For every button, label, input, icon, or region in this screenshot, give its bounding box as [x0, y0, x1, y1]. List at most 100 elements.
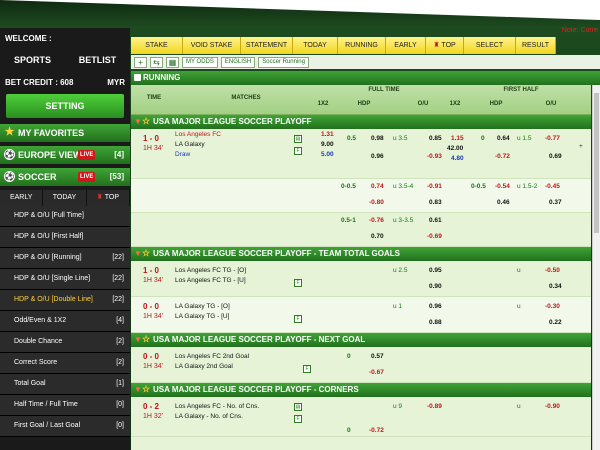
stats-icon[interactable]: ▤: [294, 135, 302, 143]
fh-ou-over-odd[interactable]: -0.50: [545, 263, 560, 278]
live-tv-icon[interactable]: F: [294, 415, 302, 423]
nav-top[interactable]: ♜ TOP: [426, 37, 464, 54]
market-item[interactable]: HDP & O/U [First Half]: [0, 227, 130, 248]
nav-void-stake[interactable]: VOID STAKE: [183, 37, 241, 54]
ou-under-odd[interactable]: 0.90: [429, 279, 442, 294]
odd-draw[interactable]: 5.00: [321, 147, 334, 162]
fh-ou-over-odd[interactable]: -0.30: [545, 299, 560, 314]
add-button[interactable]: +: [134, 56, 147, 68]
collapse-icon[interactable]: [134, 74, 141, 81]
chevron-down-icon[interactable]: ▼: [134, 250, 142, 258]
nav-statement[interactable]: STATEMENT: [241, 37, 293, 54]
hdp-home-odd[interactable]: 0.57: [371, 349, 384, 364]
market-item[interactable]: Correct Score [2]: [0, 353, 130, 374]
draw-label: Draw: [175, 151, 191, 158]
live-tv-icon[interactable]: F: [303, 365, 311, 373]
fh-ou-line: u 1.5-2: [517, 183, 538, 190]
market-item[interactable]: Odd/Even & 1X2 [4]: [0, 311, 130, 332]
live-tv-icon[interactable]: F: [294, 279, 302, 287]
ou-over-odd[interactable]: -0.91: [427, 179, 442, 194]
filter-select[interactable]: Soccer Running: [258, 56, 309, 68]
more-icon[interactable]: +: [579, 139, 583, 154]
fh-ou-over-odd[interactable]: -0.77: [545, 131, 560, 146]
fh-ou-over-odd[interactable]: -0.90: [545, 399, 560, 414]
subtab-top[interactable]: ♜ TOP: [87, 190, 130, 206]
market-item[interactable]: HDP & O/U [Running] [22]: [0, 248, 130, 269]
chevron-down-icon[interactable]: ▼: [134, 118, 142, 126]
hdp-away-odd[interactable]: -0.67: [369, 365, 384, 380]
match-row: 0.5-1 -0.76 0.70 u 3-3.5 0.61 -0.69: [131, 213, 591, 247]
sidebar-section-favorites[interactable]: ★ MY FAVORITES: [0, 124, 130, 142]
tab-sports[interactable]: SPORTS: [0, 52, 65, 68]
hdp-home-odd[interactable]: -0.72: [369, 423, 384, 438]
ou-over-odd[interactable]: 0.95: [429, 263, 442, 278]
league-header[interactable]: ▼ ☆ USA MAJOR LEAGUE SOCCER PLAYOFF - TE…: [131, 247, 591, 261]
grid-icon[interactable]: ▦: [166, 56, 179, 68]
favorite-star-icon[interactable]: ☆: [142, 249, 150, 258]
market-label: Half Time / Full Time: [14, 401, 78, 408]
ou-over-odd[interactable]: -0.89: [427, 399, 442, 414]
market-item[interactable]: Double Chance [2]: [0, 332, 130, 353]
fh-ou-under-odd[interactable]: 0.37: [549, 195, 562, 210]
market-item[interactable]: First Goal / Last Goal [0]: [0, 416, 130, 437]
hdp-line: 0: [347, 353, 351, 360]
nav-result[interactable]: RESULT: [516, 37, 556, 54]
subtab-early[interactable]: EARLY: [0, 190, 44, 206]
fh-ou-under-odd[interactable]: 0.34: [549, 279, 562, 294]
fh-odd-draw[interactable]: 4.80: [451, 151, 464, 166]
live-tv-icon[interactable]: F: [294, 147, 302, 155]
ou-over-odd[interactable]: 0.85: [429, 131, 442, 146]
scrollbar-thumb[interactable]: [594, 93, 599, 233]
fh-ou-under-odd[interactable]: 0.69: [549, 149, 562, 164]
nav-early[interactable]: EARLY: [386, 37, 426, 54]
language-select[interactable]: ENGLISH: [220, 56, 256, 68]
market-item[interactable]: HDP & O/U [Single Line] [22]: [0, 269, 130, 290]
fh-hdp-away-odd[interactable]: -0.72: [495, 149, 510, 164]
league-header[interactable]: ▼ ☆ USA MAJOR LEAGUE SOCCER PLAYOFF - NE…: [131, 333, 591, 347]
subtab-today[interactable]: TODAY: [43, 190, 87, 206]
favorite-star-icon[interactable]: ☆: [142, 385, 150, 394]
fh-hdp-home-odd[interactable]: 0.64: [497, 131, 510, 146]
ou-over-odd[interactable]: 0.61: [429, 213, 442, 228]
market-item[interactable]: HDP & O/U [Full Time]: [0, 206, 130, 227]
trophy-icon: ♜: [433, 42, 440, 49]
fh-hdp-away-odd[interactable]: 0.46: [497, 195, 510, 210]
sidebar-section-europe-view[interactable]: ⚽ EUROPE VIEW LIVE [4]: [0, 146, 130, 164]
chevron-down-icon[interactable]: ▼: [134, 336, 142, 344]
refresh-icon[interactable]: ⇆: [150, 56, 163, 68]
nav-select-league[interactable]: SELECT LEAGUE: [464, 37, 516, 66]
tab-betlist[interactable]: BETLIST: [65, 52, 130, 68]
stats-icon[interactable]: ▤: [294, 403, 302, 411]
market-item[interactable]: Total Goal [1]: [0, 374, 130, 395]
hdp-home-odd[interactable]: -0.76: [369, 213, 384, 228]
setting-button[interactable]: SETTING: [6, 94, 124, 118]
fh-hdp-home-odd[interactable]: -0.54: [495, 179, 510, 194]
sidebar-section-soccer[interactable]: ⚽ SOCCER LIVE [53]: [0, 168, 130, 186]
odds-select[interactable]: MY ODDS: [182, 56, 218, 68]
live-tv-icon[interactable]: F: [294, 315, 302, 323]
ou-under-odd[interactable]: 0.88: [429, 315, 442, 330]
nav-stake[interactable]: STAKE: [131, 37, 183, 54]
hdp-away-odd[interactable]: -0.80: [369, 195, 384, 210]
league-header[interactable]: ▼ ☆ USA MAJOR LEAGUE SOCCER PLAYOFF - CO…: [131, 383, 591, 397]
market-item[interactable]: Half Time / Full Time [0]: [0, 395, 130, 416]
toolbar: + ⇆ ▦ MY ODDS ENGLISH Soccer Running: [131, 55, 600, 69]
hdp-away-odd[interactable]: 0.70: [371, 229, 384, 244]
chevron-down-icon[interactable]: ▼: [134, 386, 142, 394]
scrollbar[interactable]: [592, 85, 600, 450]
nav-running[interactable]: RUNNING: [338, 37, 386, 54]
ou-under-odd[interactable]: 0.83: [429, 195, 442, 210]
ou-under-odd[interactable]: -0.93: [427, 149, 442, 164]
fh-ou-over-odd[interactable]: -0.45: [545, 179, 560, 194]
hdp-home-odd[interactable]: 0.98: [371, 131, 384, 146]
nav-today[interactable]: TODAY: [293, 37, 338, 54]
favorite-star-icon[interactable]: ☆: [142, 335, 150, 344]
hdp-home-odd[interactable]: 0.74: [371, 179, 384, 194]
ou-under-odd[interactable]: -0.69: [427, 229, 442, 244]
favorite-star-icon[interactable]: ☆: [142, 117, 150, 126]
ou-line: u 3.5: [393, 135, 408, 142]
ou-over-odd[interactable]: 0.96: [429, 299, 442, 314]
fh-ou-under-odd[interactable]: 0.22: [549, 315, 562, 330]
hdp-away-odd[interactable]: 0.96: [371, 149, 384, 164]
market-item-active[interactable]: HDP & O/U [Double Line] [22]: [0, 290, 130, 311]
